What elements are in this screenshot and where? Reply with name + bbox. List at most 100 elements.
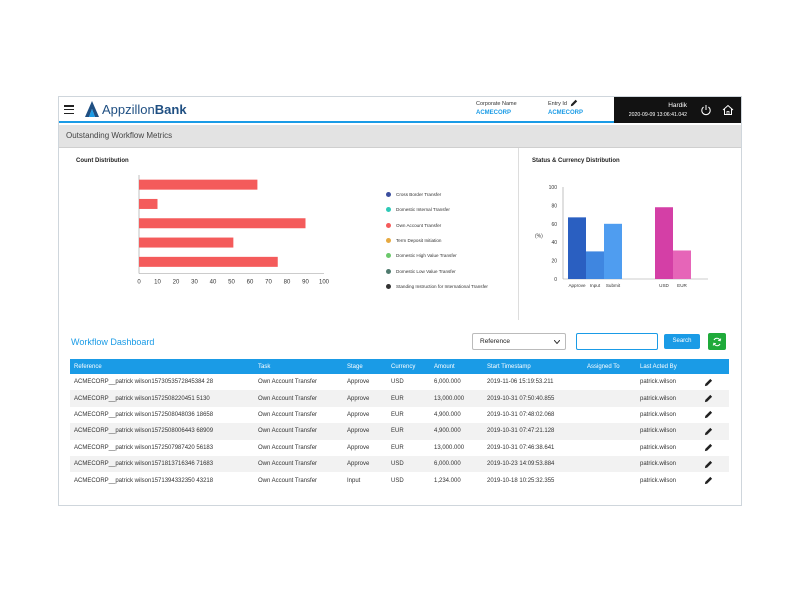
table-cell: 2019-10-18 10:25:32.355 bbox=[487, 477, 555, 484]
table-cell-action bbox=[700, 407, 729, 423]
edit-icon[interactable] bbox=[704, 476, 713, 485]
edit-entry-icon[interactable] bbox=[570, 99, 578, 107]
column-header[interactable]: Stage bbox=[343, 359, 387, 374]
table-cell: 4,900.000 bbox=[430, 423, 483, 440]
edit-icon[interactable] bbox=[704, 394, 713, 403]
legend-item[interactable]: Term Deposit Initiation bbox=[386, 233, 488, 248]
column-header[interactable]: Assigned To bbox=[583, 359, 636, 374]
table-cell: Own Account Transfer bbox=[258, 477, 318, 484]
legend-item[interactable]: Standing Instruction for International T… bbox=[386, 279, 488, 294]
table-cell: ACMECORP__patrick wilson1571813716346 71… bbox=[70, 455, 254, 473]
home-icon[interactable] bbox=[722, 104, 734, 116]
legend-item[interactable]: Own Account Transfer bbox=[386, 218, 488, 233]
edit-icon[interactable] bbox=[704, 378, 713, 387]
table-cell bbox=[583, 472, 636, 488]
hamburger-menu-icon[interactable] bbox=[64, 105, 74, 115]
refresh-button[interactable] bbox=[708, 333, 726, 350]
count-x-tick-label: 40 bbox=[210, 280, 217, 286]
table-row[interactable]: ACMECORP__patrick wilson1573053572845384… bbox=[70, 374, 729, 390]
count-bar[interactable] bbox=[139, 179, 258, 190]
workflow-table: Reference Task Stage Currency Amount Start Ti… bbox=[70, 359, 729, 489]
table-cell: EUR bbox=[387, 390, 430, 407]
legend-item[interactable]: Cross Border Transfer bbox=[386, 187, 488, 202]
count-x-tick-label: 0 bbox=[137, 280, 141, 286]
column-header[interactable]: Start Timestamp bbox=[483, 359, 583, 374]
table-cell: 2019-10-31 07:50:40.855 bbox=[483, 390, 583, 407]
table-cell: Approve bbox=[343, 423, 387, 440]
status-y-tick-label: 80 bbox=[551, 203, 557, 209]
legend-color-dot bbox=[386, 192, 391, 198]
table-cell: 6,000.000 bbox=[430, 455, 483, 473]
status-x-tick-label: Input bbox=[590, 283, 601, 288]
app-window: AppzillonBank Corporate Name ACMECORP En… bbox=[58, 96, 742, 506]
status-bar[interactable] bbox=[586, 251, 604, 279]
column-header[interactable]: Reference bbox=[70, 359, 254, 374]
legend-item[interactable]: Domestic Low Value Transfer bbox=[386, 263, 488, 278]
legend-label: Standing Instruction for International T… bbox=[396, 283, 488, 289]
table-cell: ACMECORP__patrick wilson1571394332350 43… bbox=[74, 477, 214, 484]
table-cell: Input bbox=[347, 477, 361, 484]
column-header[interactable]: Task bbox=[254, 359, 343, 374]
corporate-name-label: Corporate Name bbox=[476, 101, 517, 107]
table-cell: patrick.wilson bbox=[640, 444, 677, 451]
table-cell: ACMECORP__patrick wilson1572508048036 18… bbox=[74, 411, 214, 418]
table-row[interactable]: ACMECORP__patrick wilson1572507987420 56… bbox=[70, 440, 729, 456]
search-field-select[interactable]: Reference bbox=[472, 333, 566, 350]
table-row[interactable]: ACMECORP__patrick wilson1572508006443 68… bbox=[70, 423, 729, 440]
login-timestamp: 2020-09-09 13:06:41.042 bbox=[628, 112, 687, 118]
count-x-tick-label: 60 bbox=[247, 280, 254, 286]
section-title: Outstanding Workflow Metrics bbox=[66, 131, 173, 140]
count-bar[interactable] bbox=[139, 237, 234, 248]
status-bar[interactable] bbox=[568, 217, 586, 279]
power-icon[interactable] bbox=[700, 104, 712, 116]
edit-icon[interactable] bbox=[704, 460, 713, 469]
column-header[interactable] bbox=[700, 359, 729, 374]
legend-color-dot bbox=[386, 238, 391, 244]
table-cell: 6,000.000 bbox=[434, 379, 461, 386]
table-cell: USD bbox=[387, 455, 430, 473]
status-x-tick-label: EUR bbox=[677, 283, 687, 288]
status-y-tick-label: 0 bbox=[554, 277, 557, 283]
status-bar[interactable] bbox=[673, 250, 691, 279]
corporate-name-value: ACMECORP bbox=[476, 110, 512, 116]
count-x-tick-label: 30 bbox=[191, 280, 198, 286]
legend-item[interactable]: Domestic High Value Transfer bbox=[386, 248, 488, 263]
edit-icon[interactable] bbox=[704, 443, 713, 452]
search-input[interactable] bbox=[576, 333, 658, 350]
legend-item[interactable]: Domestic Internal Transfer bbox=[386, 202, 488, 217]
count-bar[interactable] bbox=[139, 218, 306, 229]
top-header: AppzillonBank Corporate Name ACMECORP En… bbox=[59, 97, 741, 123]
table-cell: ACMECORP__patrick wilson1573053572845384… bbox=[74, 379, 214, 386]
count-x-tick-label: 20 bbox=[173, 280, 180, 286]
edit-icon[interactable] bbox=[704, 410, 713, 419]
count-bar[interactable] bbox=[139, 256, 278, 267]
table-row[interactable]: ACMECORP__patrick wilson1571394332350 43… bbox=[70, 472, 729, 488]
status-x-tick-label: USD bbox=[659, 283, 669, 288]
table-cell: ACMECORP__patrick wilson1572507987420 56… bbox=[74, 444, 214, 451]
table-row[interactable]: ACMECORP__patrick wilson1572508048036 18… bbox=[70, 407, 729, 423]
table-cell: Approve bbox=[347, 379, 370, 386]
legend-label: Cross Border Transfer bbox=[396, 192, 442, 198]
table-cell: Own Account Transfer bbox=[258, 411, 318, 418]
column-header[interactable]: Currency bbox=[387, 359, 430, 374]
table-row[interactable]: ACMECORP__patrick wilson1571813716346 71… bbox=[70, 455, 729, 473]
table-cell bbox=[583, 374, 636, 390]
legend-color-dot bbox=[386, 268, 391, 274]
count-x-tick-label: 100 bbox=[319, 280, 330, 286]
count-legend: Cross Border Transfer Domestic Internal T… bbox=[386, 187, 488, 294]
status-chart-title: Status & Currency Distribution bbox=[532, 158, 620, 164]
count-bar[interactable] bbox=[139, 198, 158, 209]
table-cell: patrick.wilson bbox=[640, 379, 677, 386]
table-cell: 2019-10-31 07:47:21.128 bbox=[483, 423, 583, 440]
table-cell: EUR bbox=[391, 444, 404, 451]
status-bar[interactable] bbox=[655, 207, 673, 279]
table-cell: patrick.wilson bbox=[636, 423, 700, 440]
edit-icon[interactable] bbox=[704, 427, 713, 436]
column-header[interactable]: Amount bbox=[430, 359, 483, 374]
status-bar[interactable] bbox=[604, 223, 622, 279]
table-cell: ACMECORP__patrick wilson1572508220451 51… bbox=[70, 390, 254, 407]
column-header[interactable]: Last Acted By bbox=[636, 359, 700, 374]
table-cell: 13,000.000 bbox=[430, 390, 483, 407]
search-button[interactable]: Search bbox=[664, 334, 700, 349]
table-row[interactable]: ACMECORP__patrick wilson1572508220451 51… bbox=[70, 390, 729, 407]
